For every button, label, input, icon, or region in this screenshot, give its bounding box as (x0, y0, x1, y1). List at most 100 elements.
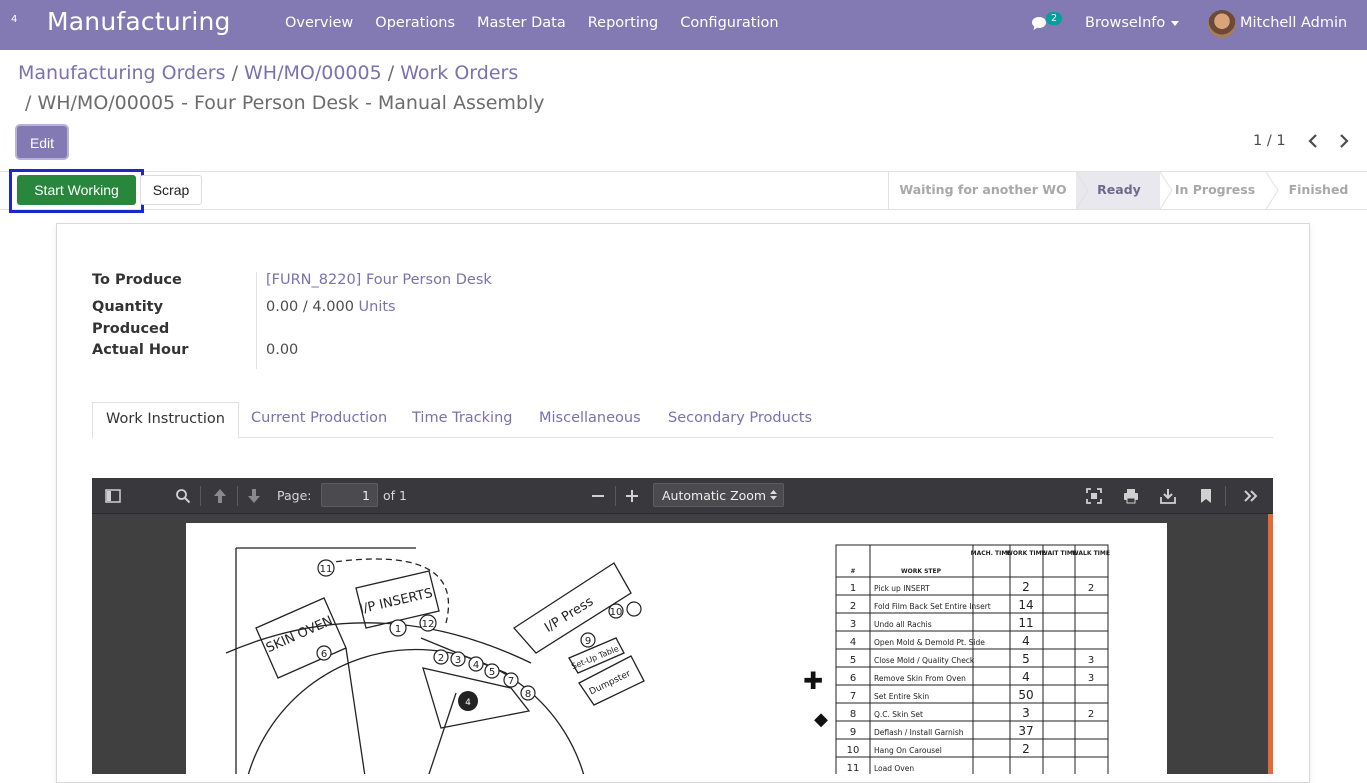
pdf-viewer: Page: 1 of 1 Automatic Zoom 11 1 12 2 3 … (92, 478, 1273, 774)
menu-operations[interactable]: Operations (364, 0, 466, 50)
callout-10: 10 (610, 607, 623, 618)
double-chevron-right-icon[interactable] (1242, 487, 1260, 505)
callout-9: 9 (585, 636, 591, 647)
quantity-produced-label: Quantity (92, 299, 164, 315)
actual-hour-value: 0.00 (266, 342, 299, 358)
edit-button[interactable]: Edit (17, 126, 67, 158)
svg-text:✚: ✚ (803, 667, 823, 695)
page-number-input[interactable]: 1 (321, 483, 378, 507)
company-switcher[interactable]: BrowseInfo (1085, 15, 1180, 31)
ws-row-num: 4 (850, 637, 856, 648)
ws-row-num: 2 (850, 601, 856, 612)
ws-row-work: 14 (1018, 598, 1033, 612)
breadcrumb-mo[interactable]: WH/MO/00005 (244, 62, 382, 84)
field-separator (256, 272, 257, 369)
select-arrows-icon (770, 490, 777, 500)
ws-row-step: Open Mold & Demold Pt. Side (874, 638, 985, 647)
qty-uom-link[interactable]: Units (359, 299, 396, 315)
zoom-value: Automatic Zoom (662, 488, 767, 503)
ws-row-work: 3 (1022, 706, 1030, 720)
quantity-produced-label-line2: Produced (92, 321, 170, 337)
ws-row-num: 1 (850, 583, 856, 594)
chat-count-badge: 2 (1046, 12, 1063, 25)
arrow-down-icon[interactable] (245, 487, 263, 505)
app-brand[interactable]: Manufacturing (47, 7, 231, 36)
search-icon[interactable] (174, 487, 192, 505)
pdf-scrollbar[interactable] (1268, 514, 1273, 774)
callout-2: 2 (438, 653, 444, 664)
dumpster-label: Dumpster (588, 669, 633, 698)
arrow-up-icon[interactable] (211, 487, 229, 505)
scrap-button[interactable]: Scrap (140, 175, 202, 205)
ws-row-walk: 2 (1088, 709, 1094, 720)
stage-arrows (1075, 172, 1279, 209)
pdf-toolbar: Page: 1 of 1 Automatic Zoom (92, 478, 1273, 514)
page-label: Page: (277, 488, 312, 503)
ws-row-step: Q.C. Skin Set (874, 710, 923, 719)
ws-row-work: 2 (1022, 580, 1030, 594)
ws-row-step: Load Oven (874, 764, 914, 773)
ws-row-work: 2 (1022, 742, 1030, 756)
ws-row-num: 6 (850, 673, 856, 684)
scanned-document: 11 1 12 2 3 4 5 7 8 6 9 10 SKIN OVEN I/P… (225, 544, 1110, 774)
tab-secondary-products[interactable]: Secondary Products (668, 402, 812, 439)
menu-master-data[interactable]: Master Data (466, 0, 577, 50)
ws-row-work: 5 (1022, 652, 1030, 666)
ws-row-step: Close Mold / Quality Check (874, 656, 975, 665)
tab-current-production[interactable]: Current Production (251, 402, 387, 439)
menu-overview[interactable]: Overview (274, 0, 364, 50)
page-total: of 1 (383, 488, 407, 503)
user-avatar[interactable] (1208, 10, 1236, 38)
ws-row-step: Pick up INSERT (874, 584, 930, 593)
tab-time-tracking[interactable]: Time Tracking (412, 402, 512, 439)
svg-text:◆: ◆ (814, 709, 828, 730)
pdf-page: 11 1 12 2 3 4 5 7 8 6 9 10 SKIN OVEN I/P… (186, 523, 1167, 774)
qty-total: 4.000 (312, 299, 354, 315)
ws-row-num: 9 (850, 727, 856, 738)
bookmark-icon[interactable] (1197, 487, 1215, 505)
ws-header-work: WORK TIME (1006, 550, 1045, 557)
page-title: WH/MO/00005 - Four Person Desk - Manual … (37, 92, 545, 114)
ws-row-walk: 2 (1088, 583, 1094, 594)
to-produce-value[interactable]: [FURN_8220] Four Person Desk (266, 272, 492, 288)
chevron-right-icon[interactable] (1336, 132, 1352, 150)
to-produce-label: To Produce (92, 272, 182, 288)
chevron-left-icon[interactable] (1305, 132, 1321, 150)
ws-row-step: Fold Film Back Set Entire Insert (874, 602, 991, 611)
zoom-out-icon[interactable] (589, 487, 607, 505)
ws-row-num: 8 (850, 709, 856, 720)
start-working-button[interactable]: Start Working (17, 175, 136, 205)
inserts-label: I/P INSERTS (358, 586, 434, 617)
menu-configuration[interactable]: Configuration (669, 0, 789, 50)
tab-miscellaneous[interactable]: Miscellaneous (539, 402, 641, 439)
ws-row-work: 11 (1018, 616, 1033, 630)
company-name: BrowseInfo (1085, 15, 1166, 31)
print-icon[interactable] (1122, 487, 1140, 505)
pager-value[interactable]: 1 / 1 (1253, 133, 1286, 149)
zoom-select[interactable]: Automatic Zoom (653, 483, 784, 507)
breadcrumb-work-orders[interactable]: Work Orders (400, 62, 518, 84)
quantity-produced-value: 0.00 / 4.000 Units (266, 299, 396, 315)
zoom-in-icon[interactable] (623, 487, 641, 505)
callout-1: 1 (395, 624, 401, 635)
tab-work-instruction[interactable]: Work Instruction (92, 402, 239, 439)
menu-reporting[interactable]: Reporting (577, 0, 670, 50)
apps-menu-toggle[interactable]: 4 (11, 14, 17, 25)
user-menu[interactable]: Mitchell Admin (1240, 15, 1347, 31)
ws-row-walk: 3 (1088, 655, 1094, 666)
presentation-mode-icon[interactable] (1085, 487, 1103, 505)
download-icon[interactable] (1159, 487, 1177, 505)
ws-header-num: # (850, 568, 855, 575)
breadcrumb-manufacturing-orders[interactable]: Manufacturing Orders (18, 62, 226, 84)
caret-down-icon (1171, 20, 1180, 26)
qty-sep: / (302, 299, 308, 315)
top-navbar: 4 Manufacturing Overview Operations Mast… (0, 0, 1367, 50)
user-name: Mitchell Admin (1240, 15, 1348, 31)
ws-row-walk: 3 (1088, 673, 1094, 684)
sidebar-toggle-icon[interactable] (104, 487, 122, 505)
ws-row-work: 50 (1018, 688, 1033, 702)
hub-label: 4 (465, 698, 471, 708)
chat-icon (1032, 17, 1046, 30)
messaging-button[interactable]: 2 (1031, 12, 1063, 35)
ws-row-work: 4 (1022, 670, 1030, 684)
